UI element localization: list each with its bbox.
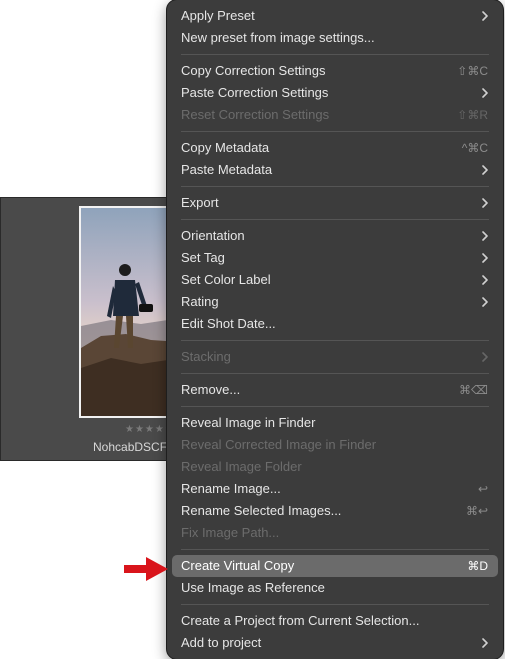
menu-item-paste-metadata[interactable]: Paste Metadata — [172, 159, 498, 181]
menu-separator — [181, 54, 489, 55]
menu-item-remove[interactable]: Remove... ⌘⌫ — [172, 379, 498, 401]
menu-item-create-a-project-from-current-selection[interactable]: Create a Project from Current Selection.… — [172, 610, 498, 632]
chevron-right-icon — [482, 638, 488, 648]
menu-item-create-virtual-copy[interactable]: Create Virtual Copy ⌘D — [172, 555, 498, 577]
menu-item-fix-image-path: Fix Image Path... — [172, 522, 498, 544]
menu-item-label: Rating — [181, 294, 219, 309]
chevron-right-icon — [482, 11, 488, 21]
chevron-right-icon — [482, 231, 488, 241]
menu-item-label: Fix Image Path... — [181, 525, 280, 540]
menu-item-label: Copy Correction Settings — [181, 63, 326, 78]
menu-item-label: Add to project — [181, 635, 262, 650]
chevron-right-icon — [482, 253, 488, 263]
menu-separator — [181, 406, 489, 407]
menu-item-label: Rename Selected Images... — [181, 503, 342, 518]
menu-item-label: Set Tag — [181, 250, 225, 265]
menu-separator — [181, 219, 489, 220]
menu-item-shortcut: ^⌘C — [461, 141, 488, 155]
menu-item-label: Export — [181, 195, 219, 210]
menu-item-label: Paste Metadata — [181, 162, 273, 177]
menu-item-stacking: Stacking — [172, 346, 498, 368]
menu-item-shortcut: ⌘D — [467, 559, 488, 573]
menu-item-add-to-project[interactable]: Add to project — [172, 632, 498, 654]
menu-item-label: Reset Correction Settings — [181, 107, 330, 122]
menu-item-new-preset-from-image-settings[interactable]: New preset from image settings... — [172, 27, 498, 49]
menu-item-label: Rename Image... — [181, 481, 281, 496]
menu-item-shortcut: ↩ — [477, 482, 488, 496]
menu-item-use-image-as-reference[interactable]: Use Image as Reference — [172, 577, 498, 599]
menu-item-label: Reveal Image in Finder — [181, 415, 316, 430]
menu-item-label: Copy Metadata — [181, 140, 270, 155]
red-arrow-icon — [124, 557, 168, 581]
thumbnail-filename: NohcabDSCF1 — [93, 440, 173, 454]
menu-item-label: Stacking — [181, 349, 231, 364]
menu-item-orientation[interactable]: Orientation — [172, 225, 498, 247]
menu-item-label: Remove... — [181, 382, 241, 397]
thumbnail-panel: ★★★★★ NohcabDSCF1 — [0, 197, 181, 461]
menu-item-reset-correction-settings: Reset Correction Settings ⇧⌘R — [172, 104, 498, 126]
photo-thumbnail[interactable] — [79, 206, 181, 418]
menu-item-label: Create a Project from Current Selection.… — [181, 613, 420, 628]
menu-item-rating[interactable]: Rating — [172, 291, 498, 313]
menu-item-reveal-image-in-finder[interactable]: Reveal Image in Finder — [172, 412, 498, 434]
menu-separator — [181, 373, 489, 374]
menu-item-set-tag[interactable]: Set Tag — [172, 247, 498, 269]
menu-item-label: Edit Shot Date... — [181, 316, 276, 331]
menu-item-copy-metadata[interactable]: Copy Metadata ^⌘C — [172, 137, 498, 159]
menu-separator — [181, 131, 489, 132]
menu-item-label: Paste Correction Settings — [181, 85, 329, 100]
chevron-right-icon — [482, 352, 488, 362]
chevron-right-icon — [482, 198, 488, 208]
menu-item-label: Apply Preset — [181, 8, 255, 23]
context-menu: Apply Preset New preset from image settin… — [167, 0, 503, 659]
menu-item-paste-correction-settings[interactable]: Paste Correction Settings — [172, 82, 498, 104]
menu-separator — [181, 549, 489, 550]
menu-item-label: Set Color Label — [181, 272, 271, 287]
menu-separator — [181, 340, 489, 341]
menu-item-label: Create Virtual Copy — [181, 558, 295, 573]
menu-item-label: Orientation — [181, 228, 245, 243]
menu-item-reveal-corrected-image-in-finder: Reveal Corrected Image in Finder — [172, 434, 498, 456]
menu-item-export[interactable]: Export — [172, 192, 498, 214]
menu-item-copy-correction-settings[interactable]: Copy Correction Settings ⇧⌘C — [172, 60, 498, 82]
menu-item-shortcut: ⇧⌘C — [457, 64, 488, 78]
menu-item-shortcut: ⇧⌘R — [457, 108, 488, 122]
chevron-right-icon — [482, 297, 488, 307]
chevron-right-icon — [482, 88, 488, 98]
menu-item-edit-shot-date[interactable]: Edit Shot Date... — [172, 313, 498, 335]
menu-item-set-color-label[interactable]: Set Color Label — [172, 269, 498, 291]
menu-separator — [181, 604, 489, 605]
chevron-right-icon — [482, 275, 488, 285]
chevron-right-icon — [482, 165, 488, 175]
menu-item-shortcut: ⌘↩ — [465, 504, 488, 518]
menu-item-shortcut: ⌘⌫ — [459, 383, 488, 397]
menu-item-label: Reveal Image Folder — [181, 459, 302, 474]
menu-item-rename-selected-images[interactable]: Rename Selected Images... ⌘↩ — [172, 500, 498, 522]
menu-separator — [181, 186, 489, 187]
menu-item-label: Use Image as Reference — [181, 580, 325, 595]
menu-item-apply-preset[interactable]: Apply Preset — [172, 5, 498, 27]
menu-item-reveal-image-folder: Reveal Image Folder — [172, 456, 498, 478]
menu-item-label: New preset from image settings... — [181, 30, 375, 45]
menu-item-label: Reveal Corrected Image in Finder — [181, 437, 377, 452]
menu-item-rename-image[interactable]: Rename Image... ↩ — [172, 478, 498, 500]
